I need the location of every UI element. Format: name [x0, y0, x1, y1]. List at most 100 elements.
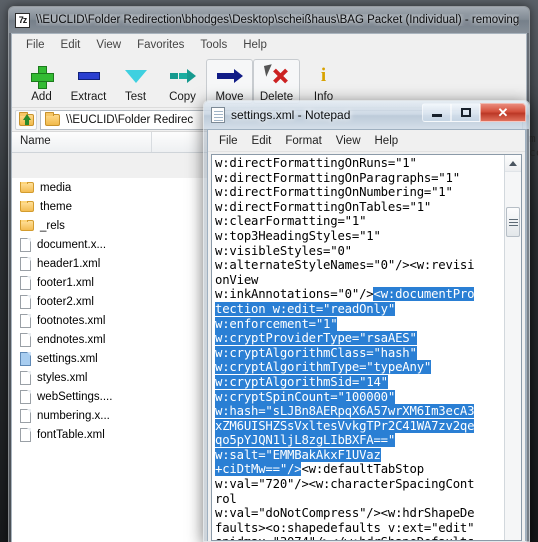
address-path-text: \\EUCLID\Folder Redirec — [66, 113, 194, 126]
menu-help[interactable]: Help — [235, 37, 275, 53]
file-name-cell: fontTable.xml — [12, 427, 152, 442]
file-name-cell: styles.xml — [12, 370, 152, 385]
notepad-client-area: File Edit Format View Help w:directForma… — [207, 129, 526, 541]
folder-icon — [45, 111, 60, 126]
file-name-label: footnotes.xml — [37, 314, 106, 327]
desktop-background: 7z \\EUCLID\Folder Redirection\bhodges\D… — [0, 0, 538, 542]
notepad-text-area[interactable]: w:directFormattingOnRuns="1" w:directFor… — [212, 155, 504, 540]
selected-text: <w:documentPro tection w:edit="readOnly"… — [215, 287, 475, 477]
seven-zip-titlebar[interactable]: 7z \\EUCLID\Folder Redirection\bhodges\D… — [9, 7, 529, 33]
notepad-menu-view[interactable]: View — [329, 133, 368, 149]
file-name-cell: endnotes.xml — [12, 332, 152, 347]
file-name-label: header1.xml — [37, 257, 101, 270]
delete-x-icon — [263, 62, 289, 90]
file-name-label: numbering.x... — [37, 409, 110, 422]
file-icon — [20, 313, 31, 328]
file-name-label: footer1.xml — [37, 276, 94, 289]
maximize-button[interactable] — [451, 103, 480, 122]
plus-icon — [31, 62, 54, 90]
extract-button[interactable]: Extract — [65, 59, 112, 104]
notepad-menubar[interactable]: File Edit Format View Help — [208, 130, 525, 152]
seven-zip-app-icon: 7z — [15, 12, 30, 28]
file-name-cell: settings.xml — [12, 351, 152, 366]
file-name-cell: document.x... — [12, 237, 152, 252]
file-icon — [20, 275, 31, 290]
notepad-caption-buttons[interactable]: ✕ — [422, 103, 526, 122]
seven-zip-menubar[interactable]: File Edit View Favorites Tools Help — [12, 34, 526, 56]
file-icon — [20, 370, 31, 385]
info-button[interactable]: i Info — [300, 59, 347, 104]
scroll-up-arrow-icon[interactable] — [505, 155, 521, 172]
file-name-cell: theme — [12, 200, 152, 213]
add-button-label: Add — [31, 91, 52, 103]
minimize-icon — [431, 114, 442, 117]
background-text-sliver-bottom: cc — [529, 146, 538, 159]
chevron-down-icon — [124, 62, 147, 90]
menu-file[interactable]: File — [18, 37, 53, 53]
menu-favorites[interactable]: Favorites — [129, 37, 192, 53]
menu-tools[interactable]: Tools — [192, 37, 235, 53]
menu-edit[interactable]: Edit — [53, 37, 89, 53]
test-button[interactable]: Test — [112, 59, 159, 104]
up-one-level-folder-icon[interactable] — [15, 109, 37, 130]
notepad-text-area-wrapper[interactable]: w:directFormattingOnRuns="1" w:directFor… — [211, 154, 522, 541]
file-name-label: footer2.xml — [37, 295, 94, 308]
notepad-menu-help[interactable]: Help — [368, 133, 406, 149]
column-header-name[interactable]: Name — [12, 132, 152, 152]
file-name-label: webSettings.... — [37, 390, 113, 403]
maximize-icon — [460, 108, 471, 117]
text-before-selection: w:directFormattingOnRuns="1" w:directFor… — [215, 156, 475, 302]
extract-button-label: Extract — [70, 91, 107, 103]
file-name-cell: _rels — [12, 219, 152, 232]
copy-button-label: Copy — [169, 91, 196, 103]
file-name-label: theme — [40, 200, 72, 213]
file-name-label: fontTable.xml — [37, 428, 105, 441]
folder-icon — [20, 219, 34, 231]
file-name-label: media — [40, 181, 72, 194]
text-document-icon — [211, 107, 225, 123]
file-name-cell: footnotes.xml — [12, 313, 152, 328]
file-icon — [20, 408, 31, 423]
file-icon — [20, 256, 31, 271]
folder-icon — [20, 200, 34, 212]
file-name-label: styles.xml — [37, 371, 88, 384]
file-name-label: document.x... — [37, 238, 107, 251]
minus-bar-icon — [77, 62, 100, 90]
notepad-menu-file[interactable]: File — [212, 133, 245, 149]
copy-arrow-icon — [169, 62, 196, 90]
file-icon — [20, 237, 31, 252]
file-name-cell: header1.xml — [12, 256, 152, 271]
file-name-cell: footer1.xml — [12, 275, 152, 290]
info-i-icon: i — [320, 65, 327, 86]
file-icon — [20, 389, 31, 404]
file-name-label: _rels — [40, 219, 65, 232]
file-icon-selected — [20, 351, 31, 366]
file-name-cell: media — [12, 181, 152, 194]
file-name-label: settings.xml — [37, 352, 98, 365]
copy-button[interactable]: Copy — [159, 59, 206, 104]
notepad-titlebar[interactable]: settings.xml - Notepad ✕ — [204, 101, 529, 129]
notepad-title: settings.xml - Notepad — [231, 108, 351, 122]
seven-zip-title: \\EUCLID\Folder Redirection\bhodges\Desk… — [36, 14, 520, 26]
close-button[interactable]: ✕ — [480, 103, 526, 122]
notepad-vertical-scrollbar[interactable] — [504, 155, 521, 540]
test-button-label: Test — [124, 91, 147, 103]
file-name-label: endnotes.xml — [37, 333, 106, 346]
file-icon — [20, 294, 31, 309]
scrollbar-thumb[interactable] — [506, 207, 520, 237]
notepad-menu-edit[interactable]: Edit — [245, 133, 279, 149]
delete-button[interactable]: Delete — [253, 59, 300, 104]
minimize-button[interactable] — [422, 103, 451, 122]
file-name-cell: footer2.xml — [12, 294, 152, 309]
file-name-cell: numbering.x... — [12, 408, 152, 423]
notepad-menu-format[interactable]: Format — [278, 133, 328, 149]
menu-view[interactable]: View — [88, 37, 129, 53]
folder-icon — [20, 181, 34, 193]
file-icon — [20, 332, 31, 347]
add-button[interactable]: Add — [18, 59, 65, 104]
move-arrow-icon — [216, 62, 243, 90]
notepad-window[interactable]: settings.xml - Notepad ✕ File Edit Forma… — [203, 100, 530, 542]
close-icon: ✕ — [497, 105, 509, 120]
move-button[interactable]: Move — [206, 59, 253, 104]
file-name-cell: webSettings.... — [12, 389, 152, 404]
